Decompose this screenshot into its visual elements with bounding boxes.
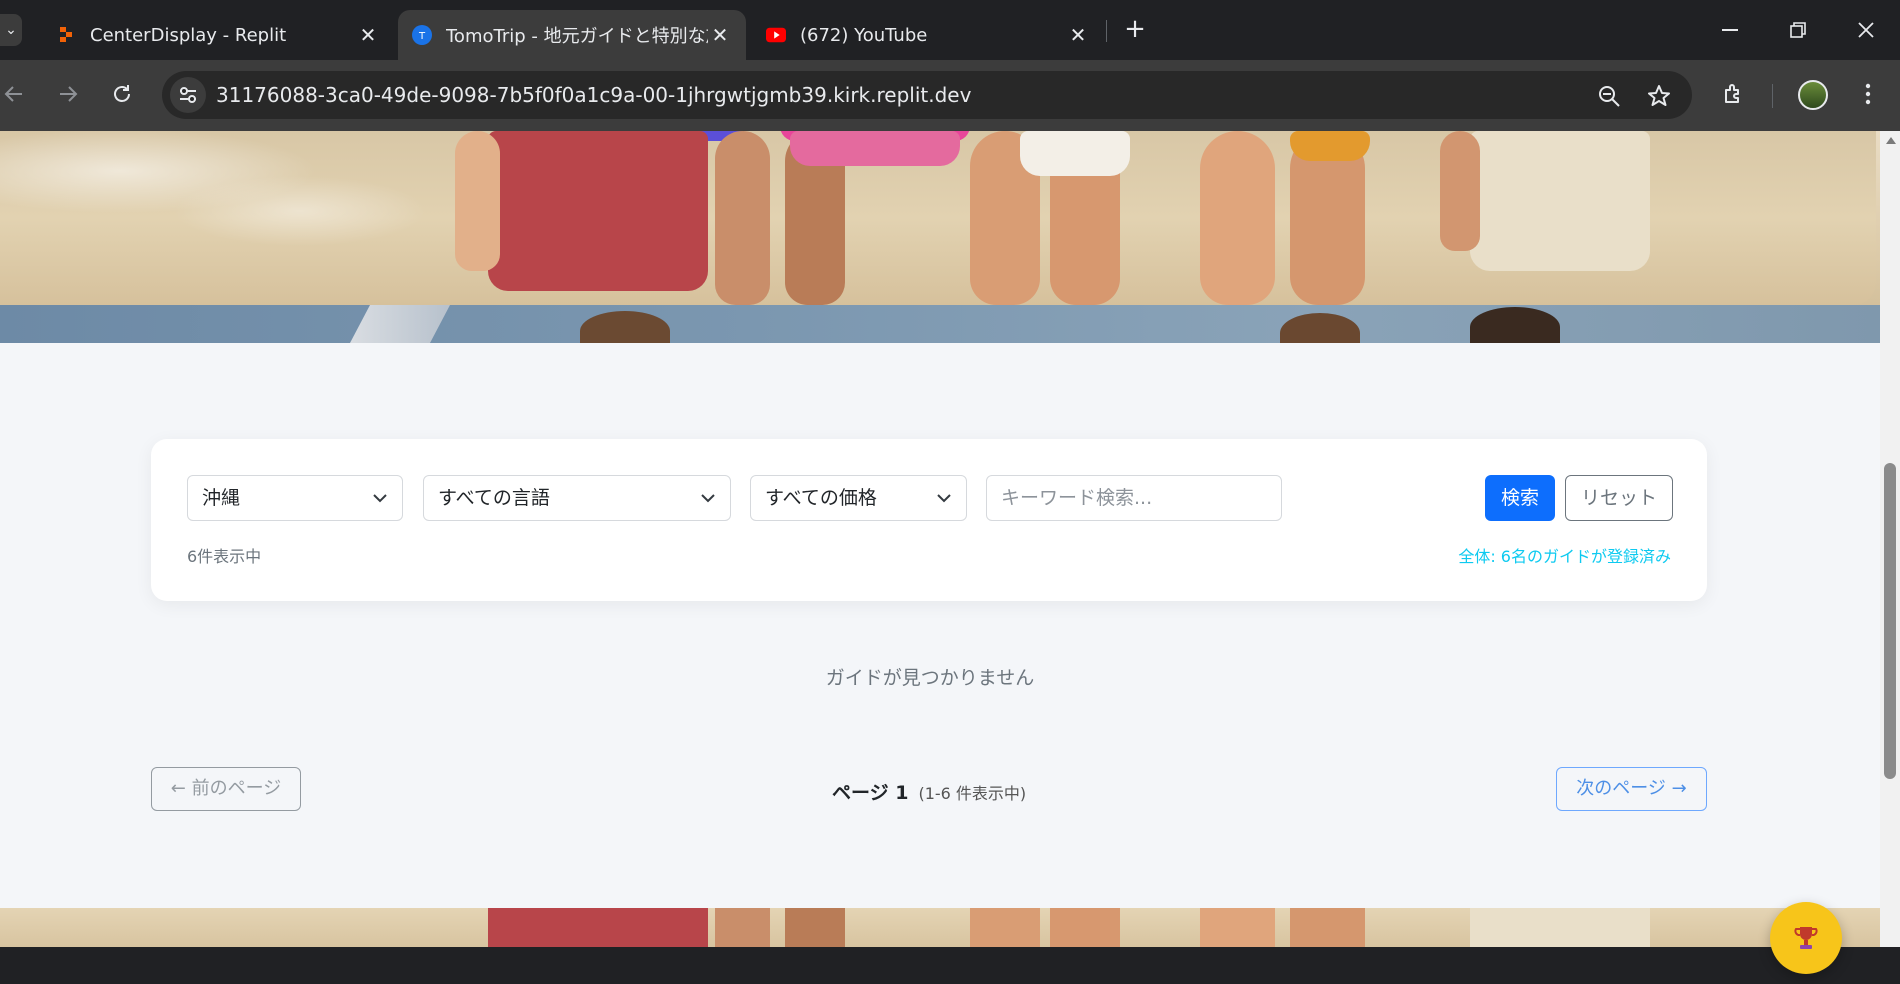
current-page-label: ページ 1 <box>832 782 909 804</box>
person-arm <box>455 131 500 271</box>
person-bikini <box>790 131 960 166</box>
person-bikini <box>1290 131 1370 161</box>
person-leg <box>970 908 1040 947</box>
person-leg <box>715 908 770 947</box>
result-count: 6件表示中 <box>187 547 262 566</box>
language-select[interactable]: すべての言語 <box>423 475 731 521</box>
reload-button[interactable] <box>104 76 140 112</box>
hero-background-strip <box>0 305 1880 343</box>
tab-title: CenterDisplay - Replit <box>90 24 287 46</box>
browser-menu-button[interactable] <box>1850 76 1886 112</box>
close-icon <box>1858 22 1874 38</box>
person-head <box>1470 307 1560 343</box>
total-guides-count: 全体: 6名のガイドが登録済み <box>1458 547 1671 566</box>
person-head <box>1280 313 1360 343</box>
tab-replit[interactable]: CenterDisplay - Replit ✕ <box>42 10 394 60</box>
price-select[interactable]: すべての価格 <box>750 475 967 521</box>
profile-avatar[interactable] <box>1798 80 1828 110</box>
person-arm <box>1440 131 1480 251</box>
person-head <box>580 311 670 343</box>
price-select-value: すべての価格 <box>765 487 877 509</box>
browser-tab-bar: ⌄ CenterDisplay - Replit ✕ T TomoTrip - … <box>0 0 1900 60</box>
close-window-button[interactable] <box>1836 10 1896 50</box>
keyword-search-input[interactable] <box>986 475 1282 521</box>
back-button[interactable] <box>0 76 32 112</box>
scroll-up-arrow-icon[interactable] <box>1886 137 1896 144</box>
svg-text:T: T <box>418 31 426 42</box>
kebab-menu-icon <box>1865 83 1871 105</box>
person-leg <box>1200 131 1275 305</box>
person-leg <box>1200 908 1275 947</box>
site-settings-icon[interactable] <box>170 77 206 113</box>
page-scrollbar[interactable] <box>1880 131 1900 947</box>
restore-icon <box>1790 22 1806 38</box>
next-page-button[interactable]: 次のページ → <box>1556 767 1707 811</box>
zoom-icon[interactable] <box>1596 83 1622 109</box>
guide-search-section <box>0 343 1880 947</box>
bottom-beach-photo <box>0 908 1880 947</box>
url-text: 31176088-3ca0-49de-9098-7b5f0f0a1c9a-00-… <box>216 83 972 107</box>
chevron-down-icon <box>701 494 715 503</box>
boat-sail <box>350 305 450 343</box>
close-tab-icon[interactable]: ✕ <box>1066 23 1090 47</box>
tab-title: (672) YouTube <box>800 24 928 46</box>
chevron-down-icon <box>937 494 951 503</box>
tab-tomotrip[interactable]: T TomoTrip - 地元ガイドと特別な旅 ✕ <box>398 10 746 60</box>
puzzle-icon <box>1725 84 1739 103</box>
hero-photo <box>0 131 1880 343</box>
restore-button[interactable] <box>1768 10 1828 50</box>
person-shorts <box>1470 908 1650 947</box>
extensions-button[interactable] <box>1716 76 1752 112</box>
person-leg <box>1290 908 1365 947</box>
guide-filter-card: 沖縄 すべての言語 すべての価格 検索 リセット 6件表示中 全体: 6名のガイ… <box>151 439 1707 601</box>
region-select[interactable]: 沖縄 <box>187 475 403 521</box>
person-shorts <box>488 908 708 947</box>
person-bikini <box>1020 131 1130 176</box>
tomotrip-icon: T <box>412 25 432 45</box>
chevron-down-icon <box>373 494 387 503</box>
address-bar[interactable]: 31176088-3ca0-49de-9098-7b5f0f0a1c9a-00-… <box>162 71 1692 119</box>
reset-button[interactable]: リセット <box>1565 475 1673 521</box>
close-tab-icon[interactable]: ✕ <box>708 23 732 47</box>
youtube-icon <box>766 25 786 45</box>
toolbar-separator <box>1772 84 1773 108</box>
search-button[interactable]: 検索 <box>1485 475 1555 521</box>
page-indicator: ページ 1 (1-6 件表示中) <box>832 778 1026 805</box>
scroll-thumb[interactable] <box>1884 463 1896 779</box>
reload-icon <box>114 85 130 102</box>
back-arrow-icon <box>4 86 22 102</box>
window-bottom-bar <box>0 947 1900 984</box>
person-shorts <box>1470 131 1650 271</box>
new-tab-button[interactable]: + <box>1120 14 1150 46</box>
minimize-button[interactable] <box>1700 10 1760 50</box>
beach-photo <box>0 131 1876 305</box>
tab-separator <box>1106 20 1107 42</box>
page-range-label: (1-6 件表示中) <box>918 784 1027 803</box>
replit-icon <box>56 25 76 45</box>
close-tab-icon[interactable]: ✕ <box>356 23 380 47</box>
person-leg <box>1050 908 1120 947</box>
minimize-icon <box>1722 29 1738 31</box>
forward-button[interactable] <box>50 76 86 112</box>
person-shorts <box>488 131 708 291</box>
person-leg <box>785 908 845 947</box>
forward-arrow-icon <box>60 86 78 102</box>
tab-title: TomoTrip - 地元ガイドと特別な旅 <box>446 26 708 47</box>
browser-toolbar: 31176088-3ca0-49de-9098-7b5f0f0a1c9a-00-… <box>0 60 1900 131</box>
no-guides-message: ガイドが見つかりません <box>825 667 1035 689</box>
trophy-icon <box>1794 927 1818 949</box>
bookmark-star-icon[interactable] <box>1646 83 1672 109</box>
person-leg <box>715 131 770 305</box>
tab-search-button[interactable]: ⌄ <box>0 14 22 46</box>
language-select-value: すべての言語 <box>438 487 550 509</box>
region-select-value: 沖縄 <box>202 487 241 509</box>
tab-youtube[interactable]: (672) YouTube ✕ <box>752 10 1104 60</box>
previous-page-button[interactable]: ← 前のページ <box>151 767 301 811</box>
achievements-button[interactable] <box>1770 902 1842 974</box>
